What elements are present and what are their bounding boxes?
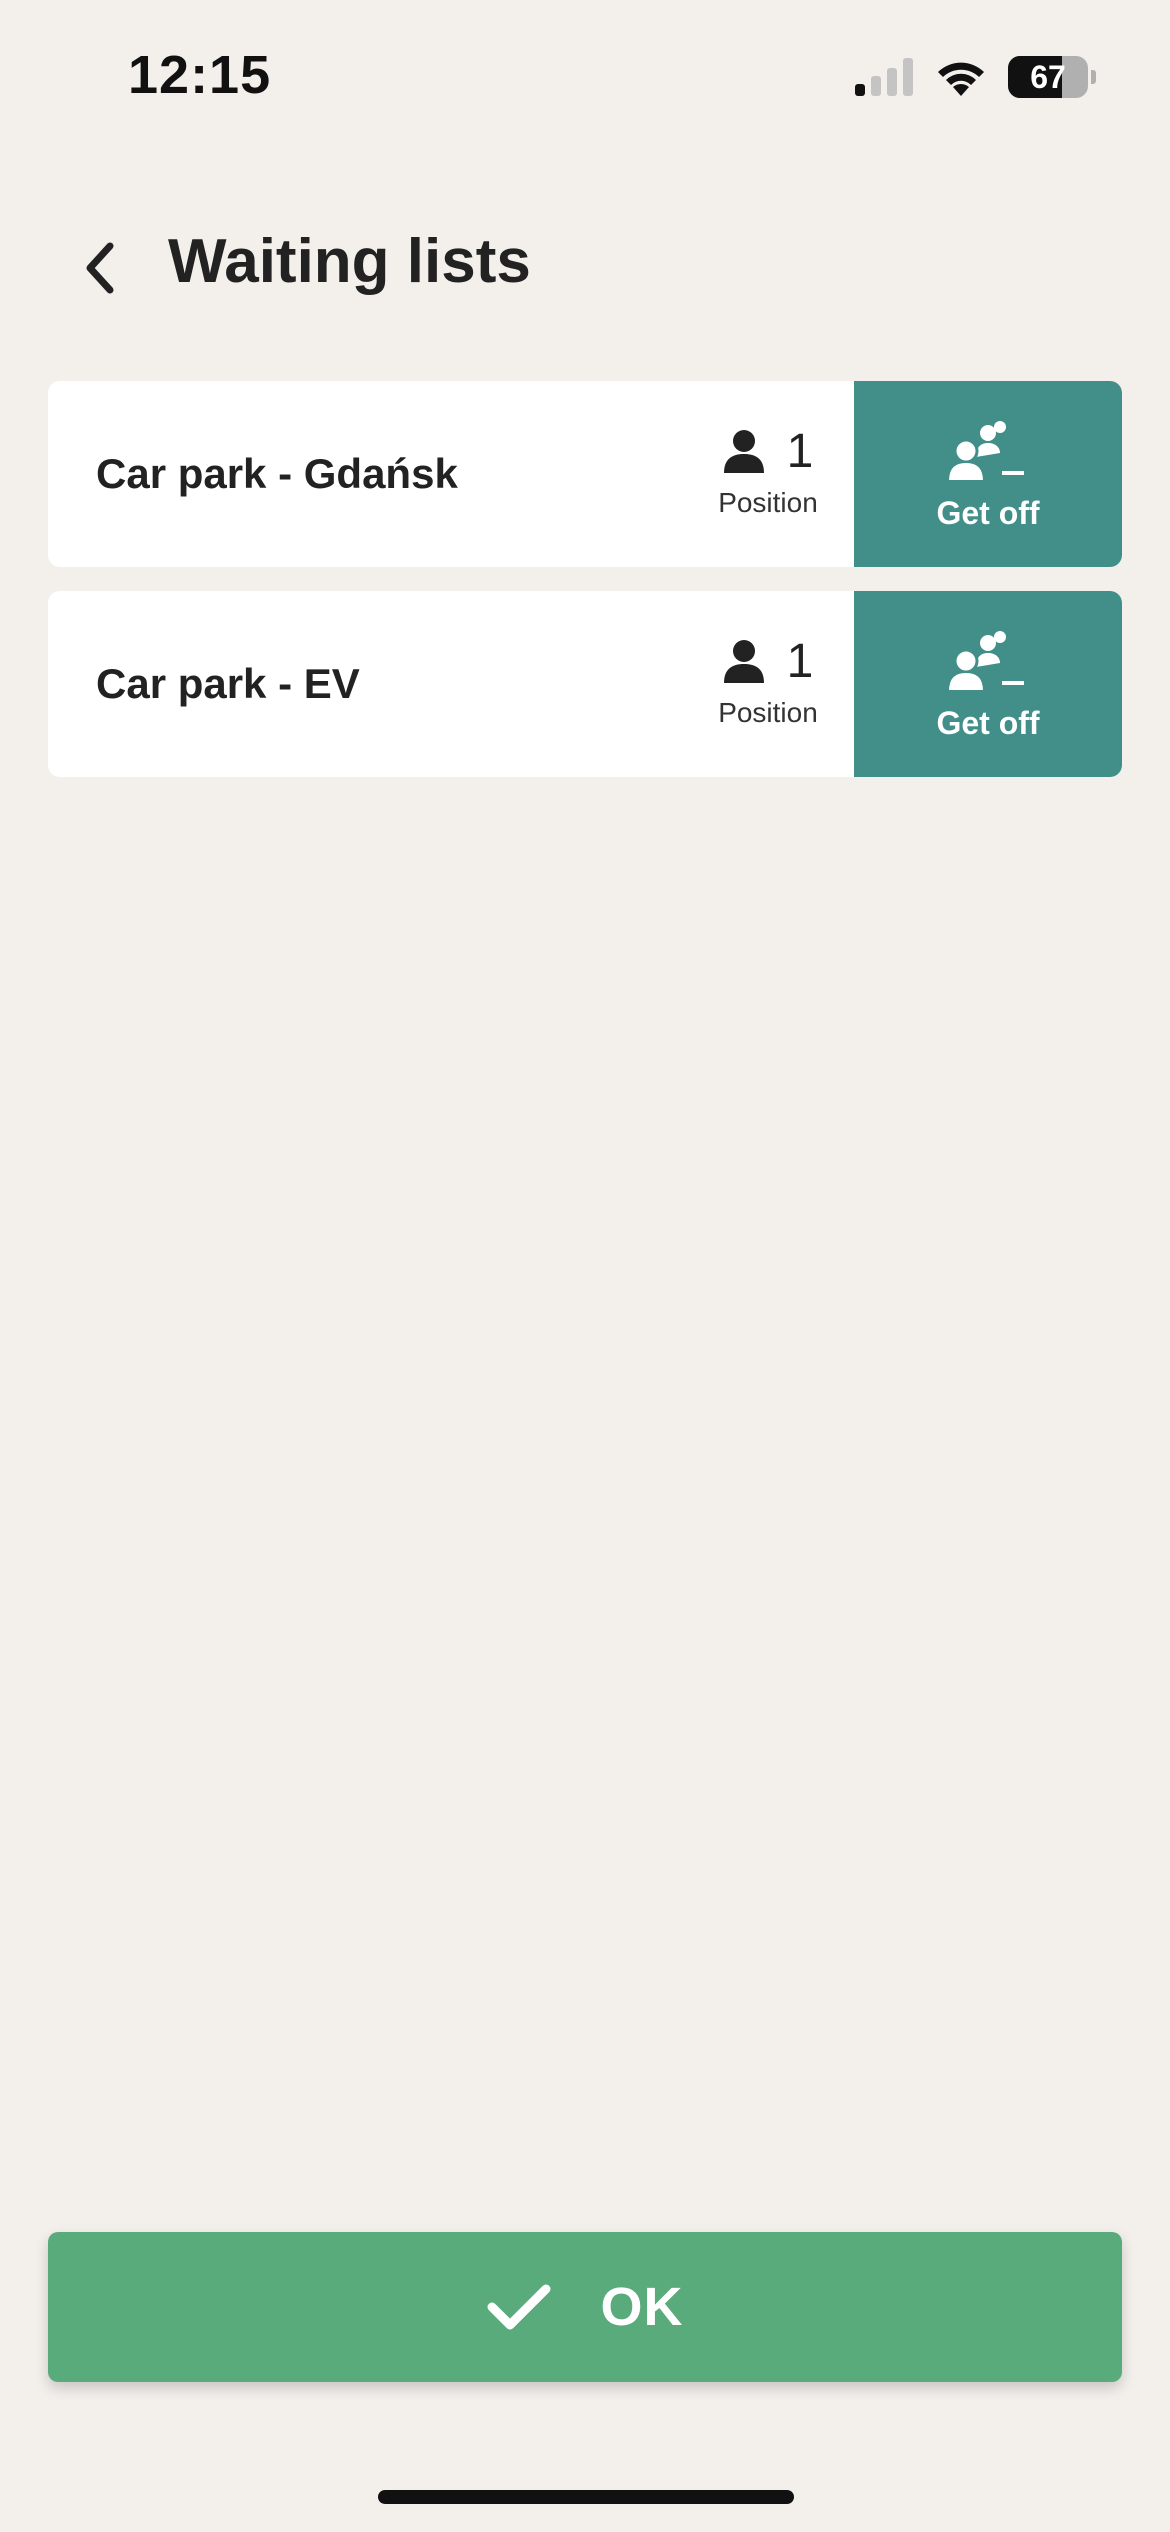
position-number: 1 bbox=[786, 634, 814, 688]
person-icon bbox=[723, 430, 764, 473]
wifi-icon bbox=[938, 62, 984, 96]
status-bar: 12:15 67 bbox=[0, 0, 1170, 150]
group-remove-icon bbox=[948, 421, 1024, 482]
person-icon bbox=[723, 640, 764, 683]
waiting-list: Car park - Gdańsk 1 Position Get off Car… bbox=[48, 381, 1122, 801]
ok-label: OK bbox=[600, 2277, 684, 2337]
status-time: 12:15 bbox=[128, 45, 272, 105]
waiting-list-item: Car park - EV 1 Position Get off bbox=[48, 591, 1122, 777]
battery-level: 67 bbox=[1030, 58, 1066, 95]
get-off-label: Get off bbox=[936, 495, 1040, 531]
get-off-button[interactable]: Get off bbox=[854, 381, 1122, 567]
position-label: Position bbox=[718, 487, 818, 518]
group-remove-icon bbox=[948, 631, 1024, 692]
chevron-left-icon bbox=[86, 242, 114, 294]
battery-nub bbox=[1091, 70, 1096, 84]
back-button[interactable] bbox=[60, 228, 140, 308]
signal-icon bbox=[855, 58, 915, 96]
get-off-label: Get off bbox=[936, 705, 1040, 741]
position-number: 1 bbox=[786, 424, 814, 478]
queue-position: 1 Position bbox=[648, 421, 888, 531]
waiting-list-item: Car park - Gdańsk 1 Position Get off bbox=[48, 381, 1122, 567]
position-label: Position bbox=[718, 697, 818, 728]
header: Waiting lists bbox=[0, 200, 1170, 330]
waiting-lists-screen: 12:15 67 Waiting lists Car park - Gdańsk bbox=[0, 0, 1170, 2532]
home-indicator bbox=[378, 2490, 794, 2504]
queue-position: 1 Position bbox=[648, 631, 888, 741]
car-park-name: Car park - Gdańsk bbox=[96, 450, 458, 497]
checkmark-icon bbox=[487, 2284, 550, 2330]
page-title: Waiting lists bbox=[168, 227, 531, 296]
ok-button[interactable]: OK bbox=[48, 2232, 1122, 2382]
battery-icon: 67 bbox=[1008, 56, 1088, 98]
car-park-name: Car park - EV bbox=[96, 660, 360, 707]
get-off-button[interactable]: Get off bbox=[854, 591, 1122, 777]
